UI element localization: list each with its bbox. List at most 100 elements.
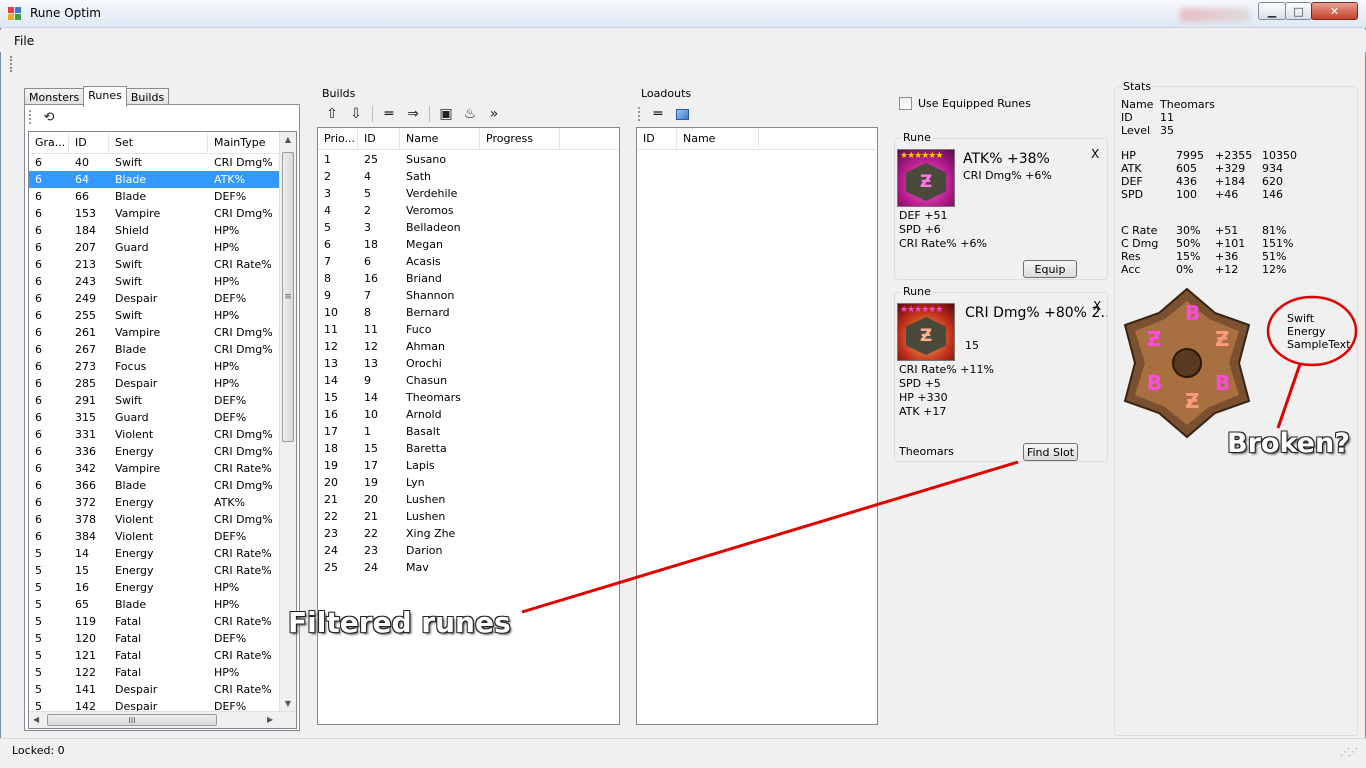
rune-row[interactable]: 6 331 Violent CRI Dmg% xyxy=(29,426,296,443)
col-grade[interactable]: Gra... xyxy=(29,132,69,153)
refresh-icon[interactable]: ⟲ xyxy=(39,108,59,126)
rune-row[interactable]: 5 121 Fatal CRI Rate% xyxy=(29,647,296,664)
rune-row[interactable]: 6 207 Guard HP% xyxy=(29,239,296,256)
rune-row[interactable]: 6 315 Guard DEF% xyxy=(29,409,296,426)
rune-row[interactable]: 5 122 Fatal HP% xyxy=(29,664,296,681)
build-row[interactable]: 17 1 Basalt xyxy=(318,423,619,440)
rune-row[interactable]: 6 342 Vampire CRI Rate% xyxy=(29,460,296,477)
build-row[interactable]: 16 10 Arnold xyxy=(318,406,619,423)
fast-forward-icon[interactable]: » xyxy=(484,105,504,123)
menu-file[interactable]: File xyxy=(14,34,34,48)
rune-row[interactable]: 6 213 Swift CRI Rate% xyxy=(29,256,296,273)
build-row[interactable]: 18 15 Baretta xyxy=(318,440,619,457)
build-row[interactable]: 11 11 Fuco xyxy=(318,321,619,338)
rune-row[interactable]: 6 249 Despair DEF% xyxy=(29,290,296,307)
col-id[interactable]: ID xyxy=(358,128,400,149)
rune-row[interactable]: 6 336 Energy CRI Dmg% xyxy=(29,443,296,460)
build-row[interactable]: 8 16 Briand xyxy=(318,270,619,287)
equals-icon[interactable]: ═ xyxy=(648,105,668,123)
build-row[interactable]: 21 20 Lushen xyxy=(318,491,619,508)
col-progress[interactable]: Progress xyxy=(480,128,560,149)
close-icon[interactable]: X xyxy=(1091,147,1099,161)
col-id[interactable]: ID xyxy=(69,132,109,153)
use-equipped-checkbox[interactable] xyxy=(899,97,912,110)
scroll-thumb[interactable]: ≡ xyxy=(282,152,294,442)
rune-row[interactable]: 5 65 Blade HP% xyxy=(29,596,296,613)
close-button[interactable]: ✕ xyxy=(1311,2,1358,20)
col-name[interactable]: Name xyxy=(400,128,480,149)
rune-row[interactable]: 6 243 Swift HP% xyxy=(29,273,296,290)
rune-row[interactable]: 6 261 Vampire CRI Dmg% xyxy=(29,324,296,341)
col-maintype[interactable]: MainType xyxy=(208,132,282,153)
build-row[interactable]: 25 24 Mav xyxy=(318,559,619,576)
rune-row[interactable]: 6 285 Despair HP% xyxy=(29,375,296,392)
rune-row[interactable]: 6 384 Violent DEF% xyxy=(29,528,296,545)
scroll-up-icon[interactable]: ▲ xyxy=(280,132,296,148)
rune-row[interactable]: 6 255 Swift HP% xyxy=(29,307,296,324)
equals-icon[interactable]: ═ xyxy=(379,105,399,123)
build-row[interactable]: 12 12 Ahman xyxy=(318,338,619,355)
maximize-button[interactable]: □ xyxy=(1285,2,1312,20)
build-row[interactable]: 22 21 Lushen xyxy=(318,508,619,525)
rune-row[interactable]: 5 14 Energy CRI Rate% xyxy=(29,545,296,562)
rune-row[interactable]: 6 267 Blade CRI Dmg% xyxy=(29,341,296,358)
resize-grip-icon[interactable]: ⋰⋰ xyxy=(1340,747,1358,758)
build-row[interactable]: 2 4 Sath xyxy=(318,168,619,185)
rune-row[interactable]: 5 141 Despair CRI Rate% xyxy=(29,681,296,698)
build-row[interactable]: 4 2 Veromos xyxy=(318,202,619,219)
toolbar-grip[interactable] xyxy=(10,56,13,72)
rune-row[interactable]: 6 366 Blade CRI Dmg% xyxy=(29,477,296,494)
build-row[interactable]: 5 3 Belladeon xyxy=(318,219,619,236)
build-row[interactable]: 1 25 Susano xyxy=(318,151,619,168)
col-set[interactable]: Set xyxy=(109,132,208,153)
rune-row[interactable]: 6 378 Violent CRI Dmg% xyxy=(29,511,296,528)
arrow-right-icon[interactable]: ⇒ xyxy=(403,105,423,123)
hscroll-thumb[interactable]: III xyxy=(47,714,217,726)
rune-row[interactable]: 5 16 Energy HP% xyxy=(29,579,296,596)
scroll-down-icon[interactable]: ▼ xyxy=(280,696,296,712)
rune-row[interactable]: 5 119 Fatal CRI Rate% xyxy=(29,613,296,630)
build-row[interactable]: 6 18 Megan xyxy=(318,236,619,253)
build-row[interactable]: 13 13 Orochi xyxy=(318,355,619,372)
horizontal-scrollbar[interactable]: ◀ III ▶ xyxy=(29,711,296,728)
rune-row[interactable]: 6 66 Blade DEF% xyxy=(29,188,296,205)
build-row[interactable]: 10 8 Bernard xyxy=(318,304,619,321)
col-name[interactable]: Name xyxy=(677,128,759,149)
build-row[interactable]: 23 22 Xing Zhe xyxy=(318,525,619,542)
rune-row[interactable]: 6 40 Swift CRI Dmg% xyxy=(29,154,296,171)
save-icon[interactable]: ▣ xyxy=(436,105,456,123)
build-row[interactable]: 7 6 Acasis xyxy=(318,253,619,270)
rune-row[interactable]: 6 64 Blade ATK% xyxy=(29,171,296,188)
rune-row[interactable]: 5 15 Energy CRI Rate% xyxy=(29,562,296,579)
rune-row[interactable]: 6 184 Shield HP% xyxy=(29,222,296,239)
scroll-right-icon[interactable]: ▶ xyxy=(267,715,273,724)
build-row[interactable]: 3 5 Verdehile xyxy=(318,185,619,202)
fire-icon[interactable]: ♨ xyxy=(460,105,480,123)
build-row[interactable]: 20 19 Lyn xyxy=(318,474,619,491)
rune-row[interactable]: 6 273 Focus HP% xyxy=(29,358,296,375)
build-row[interactable]: 14 9 Chasun xyxy=(318,372,619,389)
image-icon[interactable] xyxy=(672,105,692,123)
runes-list[interactable]: Gra... ID Set MainType 6 40 Swift CRI Dmg% 6… xyxy=(28,131,297,729)
build-name: Veromos xyxy=(406,204,454,217)
col-id[interactable]: ID xyxy=(637,128,677,149)
rune-row[interactable]: 5 120 Fatal DEF% xyxy=(29,630,296,647)
toolbar-grip[interactable] xyxy=(29,110,31,124)
find-slot-button[interactable]: Find Slot xyxy=(1023,443,1078,461)
loadouts-list[interactable]: ID Name xyxy=(636,127,878,725)
col-priority[interactable]: Prio... xyxy=(318,128,358,149)
build-row[interactable]: 9 7 Shannon xyxy=(318,287,619,304)
minimize-button[interactable]: ▁ xyxy=(1258,2,1286,20)
scroll-left-icon[interactable]: ◀ xyxy=(33,715,39,724)
rune-row[interactable]: 6 153 Vampire CRI Dmg% xyxy=(29,205,296,222)
move-down-icon[interactable]: ⇩ xyxy=(346,105,366,123)
rune-row[interactable]: 6 372 Energy ATK% xyxy=(29,494,296,511)
build-row[interactable]: 15 14 Theomars xyxy=(318,389,619,406)
equip-button[interactable]: Equip xyxy=(1023,260,1077,278)
tab-runes[interactable]: Runes xyxy=(83,86,127,107)
build-row[interactable]: 24 23 Darion xyxy=(318,542,619,559)
build-row[interactable]: 19 17 Lapis xyxy=(318,457,619,474)
toolbar-grip[interactable] xyxy=(638,107,640,121)
move-up-icon[interactable]: ⇧ xyxy=(322,105,342,123)
rune-row[interactable]: 6 291 Swift DEF% xyxy=(29,392,296,409)
